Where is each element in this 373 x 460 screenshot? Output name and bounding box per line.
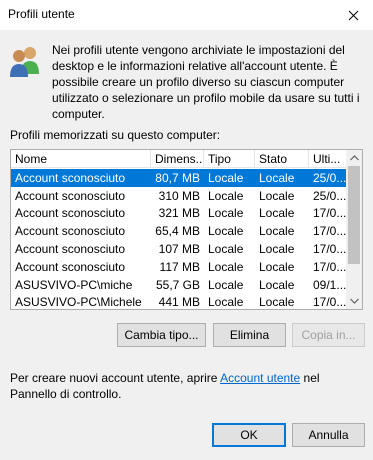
table-row[interactable]: ASUSVIVO-PC\miche 55,7 GB Locale Locale 09/1… <box>11 276 347 294</box>
cell-type: Locale <box>208 224 244 239</box>
profiles-label: Profili memorizzati su questo computer: <box>10 128 221 142</box>
cell-state: Locale <box>259 259 295 274</box>
cell-last-modified: 25/0... <box>313 188 347 203</box>
ok-button[interactable]: OK <box>212 423 286 447</box>
cell-last-modified: 17/0... <box>313 295 347 310</box>
cell-last-modified: 09/1... <box>313 277 347 292</box>
change-type-button[interactable]: Cambia tipo... <box>117 323 206 347</box>
table-row[interactable]: Account sconosciuto 65,4 MB Locale Locale 17… <box>11 222 347 240</box>
info-description: Nei profili utente vengono archiviate le… <box>52 43 360 121</box>
cell-name: Account sconosciuto <box>15 224 126 239</box>
cancel-button[interactable]: Annulla <box>292 423 365 447</box>
cell-type: Locale <box>208 295 244 310</box>
chevron-up-icon <box>349 155 359 161</box>
table-row[interactable]: Account sconosciuto 107 MB Locale Locale 17/… <box>11 240 347 258</box>
cell-name: ASUSVIVO-PC\Michele <box>15 295 142 310</box>
cell-size: 321 MB <box>158 206 200 221</box>
profiles-list[interactable]: Nome Dimens... Tipo Stato Ulti... Accoun… <box>10 149 363 310</box>
title-bar: Profili utente <box>0 0 373 30</box>
cell-type: Locale <box>208 259 244 274</box>
cell-state: Locale <box>259 188 295 203</box>
list-header: Nome Dimens... Tipo Stato Ulti... <box>11 150 347 168</box>
cell-name: Account sconosciuto <box>15 206 126 221</box>
cell-state: Locale <box>259 224 295 239</box>
table-row[interactable]: Account sconosciuto 310 MB Locale Locale 25/… <box>11 187 347 205</box>
cell-last-modified: 17/0... <box>313 259 347 274</box>
vertical-scrollbar[interactable] <box>346 150 362 309</box>
cell-last-modified: 17/0... <box>313 206 347 221</box>
cell-type: Locale <box>208 170 244 185</box>
scrollbar-thumb[interactable] <box>348 166 360 264</box>
column-header-last-modified[interactable]: Ulti... <box>309 150 347 168</box>
scroll-down-button[interactable] <box>346 293 362 309</box>
cell-name: ASUSVIVO-PC\miche <box>15 277 133 292</box>
cell-size: 65,4 MB <box>155 224 200 239</box>
footer-text: Per creare nuovi account utente, aprire … <box>10 370 365 402</box>
scroll-up-button[interactable] <box>346 150 362 166</box>
cell-size: 441 MB <box>158 295 200 310</box>
cell-name: Account sconosciuto <box>15 259 126 274</box>
cell-size: 107 MB <box>158 242 200 257</box>
column-header-state[interactable]: Stato <box>255 150 309 168</box>
table-row[interactable]: Account sconosciuto 80,7 MB Locale Locale 25… <box>11 169 347 187</box>
table-row[interactable]: Account sconosciuto 117 MB Locale Locale 17/… <box>11 258 347 276</box>
table-row[interactable]: Account sconosciuto 321 MB Locale Locale 17/… <box>11 205 347 223</box>
cell-state: Locale <box>259 277 295 292</box>
cell-name: Account sconosciuto <box>15 188 126 203</box>
footer-text-before: Per creare nuovi account utente, aprire <box>10 371 221 385</box>
copy-to-button[interactable]: Copia in... <box>292 323 365 347</box>
cell-name: Account sconosciuto <box>15 170 126 185</box>
column-header-name[interactable]: Nome <box>11 150 151 168</box>
chevron-down-icon <box>349 298 359 304</box>
cell-size: 55,7 GB <box>155 277 200 292</box>
cell-last-modified: 25/0... <box>313 170 347 185</box>
window-title: Profili utente <box>8 7 75 21</box>
cell-state: Locale <box>259 295 295 310</box>
cell-state: Locale <box>259 206 295 221</box>
close-button[interactable] <box>333 0 373 30</box>
cell-size: 310 MB <box>158 188 200 203</box>
delete-button[interactable]: Elimina <box>213 323 286 347</box>
cell-size: 117 MB <box>159 259 200 274</box>
cell-last-modified: 17/0... <box>313 242 347 257</box>
user-profiles-dialog: Profili utente Nei profili utente vengon… <box>0 0 373 460</box>
close-icon <box>348 10 358 20</box>
column-header-type[interactable]: Tipo <box>204 150 255 168</box>
cell-state: Locale <box>259 242 295 257</box>
cell-size: 80,7 MB <box>155 170 200 185</box>
column-header-size[interactable]: Dimens... <box>151 150 204 168</box>
list-rows: Account sconosciuto 80,7 MB Locale Locale 25… <box>11 169 347 310</box>
cell-type: Locale <box>208 242 244 257</box>
cell-state: Locale <box>259 170 295 185</box>
users-icon <box>10 47 39 77</box>
cell-name: Account sconosciuto <box>15 242 126 257</box>
user-accounts-link[interactable]: Account utente <box>220 371 300 385</box>
table-row[interactable]: ASUSVIVO-PC\Michele 441 MB Locale Locale 17/… <box>11 294 347 310</box>
cell-type: Locale <box>208 206 244 221</box>
cell-type: Locale <box>208 277 244 292</box>
cell-type: Locale <box>208 188 244 203</box>
cell-last-modified: 17/0... <box>313 224 347 239</box>
